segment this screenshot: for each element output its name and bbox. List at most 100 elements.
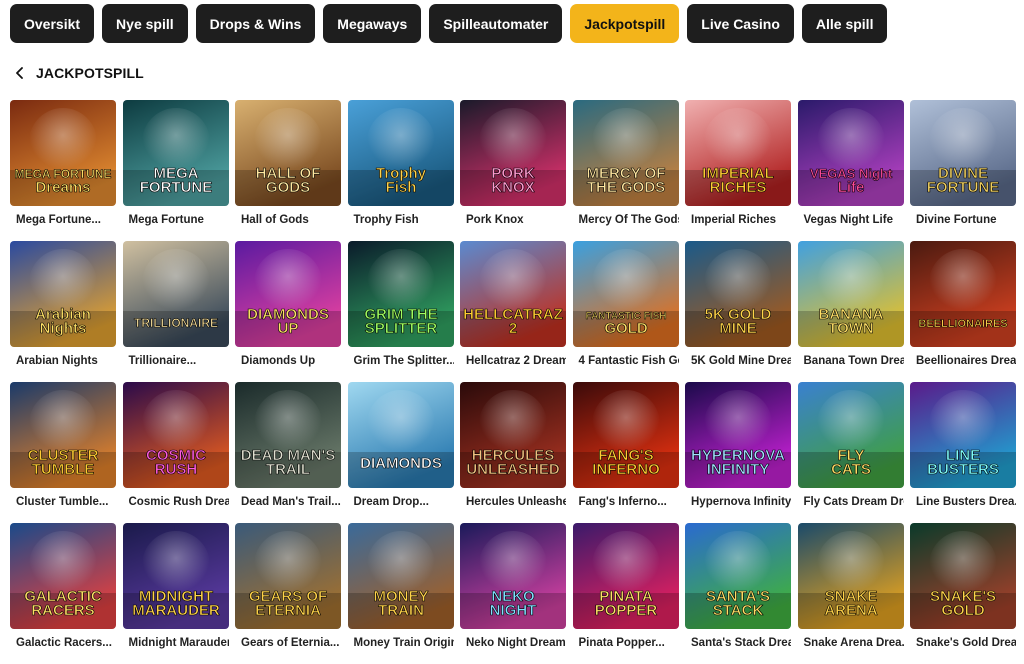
game-thumbnail[interactable]: LINE BUSTERS [910, 382, 1016, 488]
game-thumbnail[interactable]: 5K GOLD MINE [685, 241, 791, 347]
game-card[interactable]: TRILLIONAIRE Trillionaire... [122, 241, 229, 382]
game-title[interactable]: Cosmic Rush Drea... [123, 496, 229, 508]
game-title[interactable]: 5K Gold Mine Drea... [685, 355, 791, 367]
game-thumbnail[interactable]: PORK KNOX [460, 100, 566, 206]
game-card[interactable]: PINATA POPPER Pinata Popper... [572, 523, 679, 664]
game-thumbnail[interactable]: GALACTIC RACERS [10, 523, 116, 629]
tab-megaways[interactable]: Megaways [323, 4, 422, 43]
game-card[interactable]: Trophy Fish Trophy Fish [347, 100, 454, 241]
game-card[interactable]: MONEYTRAIN Money Train Origin... [347, 523, 454, 664]
game-thumbnail[interactable]: MIDNIGHT MARAUDER [122, 523, 229, 629]
game-thumbnail[interactable]: Arabian Nights [10, 241, 116, 347]
game-title[interactable]: Trillionaire... [123, 355, 229, 367]
game-title[interactable]: Midnight Marauder... [123, 637, 229, 649]
game-thumbnail[interactable]: HELLCATRAZ 2 [460, 241, 566, 347]
game-thumbnail[interactable]: VEGAS Night Life [797, 100, 904, 206]
game-thumbnail[interactable]: COSMIC RUSH [122, 382, 229, 488]
game-card[interactable]: Arabian Nights Arabian Nights [10, 241, 116, 382]
game-thumbnail[interactable]: SANTA'S STACK [685, 523, 791, 629]
game-card[interactable]: SNAKE'S GOLD Snake's Gold Drea... [910, 523, 1016, 664]
game-title[interactable]: Arabian Nights [10, 355, 116, 367]
game-title[interactable]: Divine Fortune [910, 214, 1016, 226]
tab-oversikt[interactable]: Oversikt [10, 4, 95, 43]
game-title[interactable]: Line Busters Drea... [910, 496, 1016, 508]
game-title[interactable]: Fang's Inferno... [573, 496, 679, 508]
game-card[interactable]: MERCY OF THE GODS Mercy Of The Gods [572, 100, 679, 241]
game-thumbnail[interactable]: GRIM THE SPLITTER [347, 241, 454, 347]
game-card[interactable]: CLUSTER TUMBLE Cluster Tumble... [10, 382, 116, 523]
game-thumbnail[interactable]: DIAMONDS [347, 382, 454, 488]
game-title[interactable]: Money Train Origin... [348, 637, 454, 649]
game-title[interactable]: Santa's Stack Drea... [685, 637, 791, 649]
game-card[interactable]: SNAKE ARENA Snake Arena Drea... [797, 523, 904, 664]
game-title[interactable]: Galactic Racers... [10, 637, 116, 649]
game-card[interactable]: DIVINE FORTUNE Divine Fortune [910, 100, 1016, 241]
game-thumbnail[interactable]: DEAD MAN'S TRAIL [235, 382, 341, 488]
game-card[interactable]: HERCULESUNLEASHED Hercules Unleashe... [460, 382, 566, 523]
game-card[interactable]: FLYCATS Fly Cats Dream Drop [797, 382, 904, 523]
game-title[interactable]: Hypernova Infinity... [685, 496, 791, 508]
game-title[interactable]: Pork Knox [460, 214, 566, 226]
game-card[interactable]: HALL OF GODS Hall of Gods [235, 100, 341, 241]
game-thumbnail[interactable]: DIVINE FORTUNE [910, 100, 1016, 206]
game-card[interactable]: PORK KNOX Pork Knox [460, 100, 566, 241]
tab-drops-wins[interactable]: Drops & Wins [195, 4, 316, 43]
tab-alle-spill[interactable]: Alle spill [801, 4, 888, 43]
game-thumbnail[interactable]: IMPERIAL RICHES [685, 100, 791, 206]
game-thumbnail[interactable]: GEARS OF ETERNIA [235, 523, 341, 629]
game-title[interactable]: Hall of Gods [235, 214, 341, 226]
game-thumbnail[interactable]: SNAKE'S GOLD [910, 523, 1016, 629]
game-title[interactable]: Mega Fortune... [10, 214, 116, 226]
game-thumbnail[interactable]: MONEY TRAIN [347, 523, 454, 629]
tab-jackpotspill[interactable]: Jackpotspill [570, 4, 680, 43]
game-thumbnail[interactable]: MEGA FORTUNE Dreams [10, 100, 116, 206]
game-card[interactable]: BANANATOWN Banana Town Drea... [797, 241, 904, 382]
game-thumbnail[interactable]: MERCY OF THE GODS [572, 100, 679, 206]
game-thumbnail[interactable]: BEELLIONAIRES [910, 241, 1016, 347]
game-card[interactable]: MIDNIGHTMARAUDER Midnight Marauder... [122, 523, 229, 664]
game-title[interactable]: Banana Town Drea... [798, 355, 904, 367]
game-title[interactable]: Snake's Gold Drea... [910, 637, 1016, 649]
game-thumbnail[interactable]: CLUSTER TUMBLE [10, 382, 116, 488]
game-thumbnail[interactable]: FANG'S INFERNO [572, 382, 679, 488]
game-thumbnail[interactable]: PINATA POPPER [572, 523, 679, 629]
game-card[interactable]: DIAMONDS Dream Drop... [347, 382, 454, 523]
game-thumbnail[interactable]: HYPERNOVA INFINITY [685, 382, 791, 488]
game-thumbnail[interactable]: FANTASTIC FISH GOLD [572, 241, 679, 347]
game-card[interactable]: HELLCATRAZ2 Hellcatraz 2 Dream... [460, 241, 566, 382]
game-card[interactable]: DEAD MAN'S TRAIL Dead Man's Trail... [235, 382, 341, 523]
game-title[interactable]: Snake Arena Drea... [798, 637, 904, 649]
game-thumbnail[interactable]: NEKO NIGHT [460, 523, 566, 629]
game-title[interactable]: Beellionaires Drea... [910, 355, 1016, 367]
game-card[interactable]: GEARS OF ETERNIA Gears of Eternia... [235, 523, 341, 664]
game-card[interactable]: IMPERIAL RICHES Imperial Riches [685, 100, 791, 241]
game-card[interactable]: SANTA'SSTACK Santa's Stack Drea... [685, 523, 791, 664]
game-card[interactable]: COSMICRUSH Cosmic Rush Drea... [122, 382, 229, 523]
tab-live-casino[interactable]: Live Casino [687, 4, 794, 43]
game-card[interactable]: GRIM THE SPLITTER Grim The Splitter... [347, 241, 454, 382]
game-title[interactable]: Imperial Riches [685, 214, 791, 226]
game-card[interactable]: BEELLIONAIRES Beellionaires Drea... [910, 241, 1016, 382]
game-title[interactable]: Mega Fortune [123, 214, 229, 226]
game-card[interactable]: 5K GOLDMINE 5K Gold Mine Drea... [685, 241, 791, 382]
game-title[interactable]: Neko Night Dream... [460, 637, 566, 649]
game-title[interactable]: Cluster Tumble... [10, 496, 116, 508]
game-title[interactable]: Trophy Fish [348, 214, 454, 226]
game-card[interactable]: VEGAS Night Life Vegas Night Life [797, 100, 904, 241]
game-title[interactable]: 4 Fantastic Fish Go... [573, 355, 679, 367]
game-title[interactable]: Dream Drop... [348, 496, 454, 508]
game-thumbnail[interactable]: TRILLIONAIRE [122, 241, 229, 347]
game-title[interactable]: Hercules Unleashe... [460, 496, 566, 508]
game-card[interactable]: FANG'S INFERNO Fang's Inferno... [572, 382, 679, 523]
game-card[interactable]: GALACTIC RACERS Galactic Racers... [10, 523, 116, 664]
game-title[interactable]: Dead Man's Trail... [235, 496, 341, 508]
game-card[interactable]: DIAMONDS UP Diamonds Up [235, 241, 341, 382]
game-card[interactable]: FANTASTIC FISHGOLD 4 Fantastic Fish Go... [572, 241, 679, 382]
game-card[interactable]: NEKO NIGHT Neko Night Dream... [460, 523, 566, 664]
game-card[interactable]: LINE BUSTERS Line Busters Drea... [910, 382, 1016, 523]
game-title[interactable]: Hellcatraz 2 Dream... [460, 355, 566, 367]
chevron-left-icon[interactable] [14, 66, 28, 80]
game-thumbnail[interactable]: BANANA TOWN [797, 241, 904, 347]
game-thumbnail[interactable]: HERCULES UNLEASHED [460, 382, 566, 488]
tab-nye-spill[interactable]: Nye spill [102, 4, 188, 43]
